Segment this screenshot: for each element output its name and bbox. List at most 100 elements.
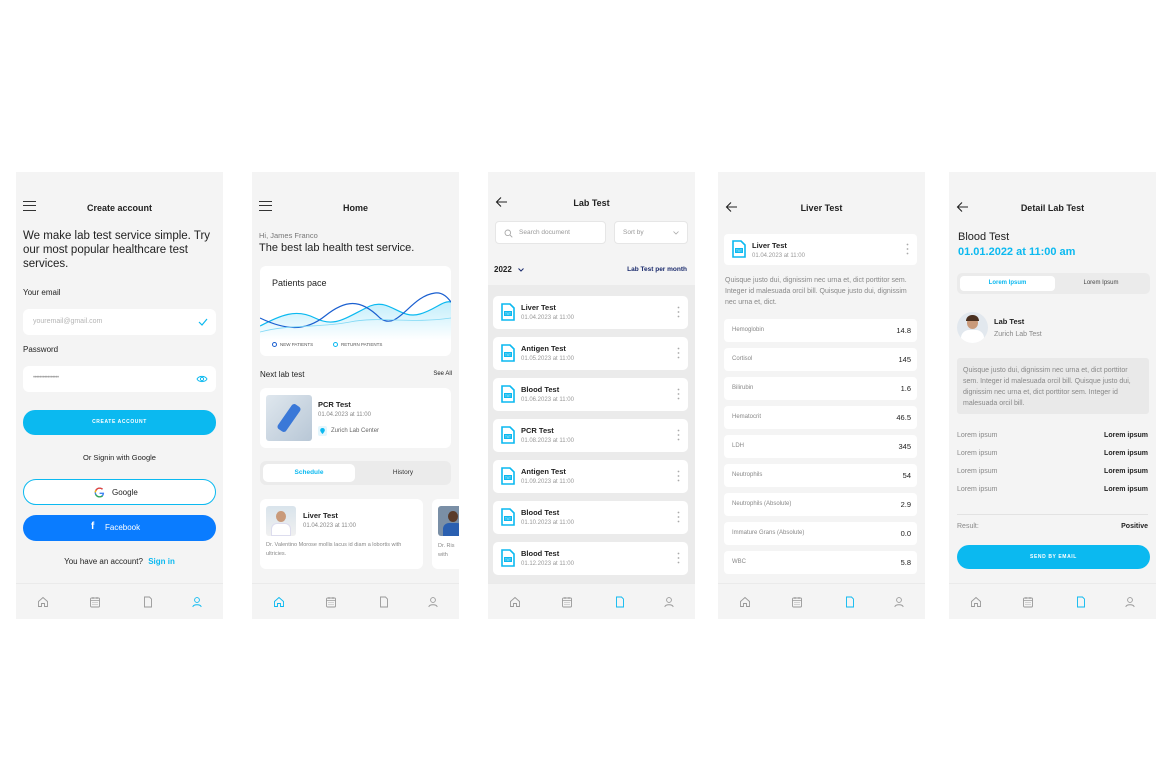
facebook-button[interactable]: f Facebook bbox=[23, 515, 216, 541]
calendar-icon[interactable] bbox=[1022, 596, 1034, 608]
document-icon[interactable] bbox=[614, 596, 626, 608]
signin-link[interactable]: Sign in bbox=[148, 557, 175, 566]
email-placeholder: youremail@gmail.com bbox=[33, 318, 103, 325]
card-text: Dr. Valentino Morose mollis lacus id dia… bbox=[266, 542, 402, 557]
doctor-coat-shape-2 bbox=[443, 523, 459, 536]
headline: The best lab health test service. bbox=[259, 242, 415, 254]
sort-dropdown[interactable]: Sort by bbox=[614, 221, 688, 244]
google-button[interactable]: Google bbox=[23, 479, 216, 505]
more-options-icon[interactable] bbox=[677, 347, 680, 359]
lab-test-name: Blood Test bbox=[521, 385, 560, 394]
bottom-nav bbox=[488, 583, 695, 619]
legend-new: NEW PATIENTS bbox=[272, 342, 313, 348]
next-test-location: Zurich Lab Center bbox=[331, 428, 380, 434]
detail-row-value: Lorem ipsum bbox=[1104, 486, 1148, 493]
detail-row-value: Lorem ipsum bbox=[1104, 432, 1148, 439]
tab-schedule[interactable]: Schedule bbox=[263, 464, 355, 482]
per-month-link[interactable]: Lab Test per month bbox=[627, 266, 687, 273]
page-title: Detail Lab Test bbox=[1020, 203, 1085, 213]
more-options-icon[interactable] bbox=[677, 552, 680, 564]
home-icon[interactable] bbox=[273, 596, 285, 608]
lab-test-item[interactable]: Antigen Test 01.05.2023 at 11:00 bbox=[493, 337, 688, 370]
card-title: Liver Test bbox=[303, 511, 338, 520]
liver-test-screen: Liver Test Liver Test 01.04.2023 at 11:0… bbox=[718, 172, 925, 619]
lab-test-item[interactable]: PCR Test 01.08.2023 at 11:00 bbox=[493, 419, 688, 452]
lab-test-name: Liver Test bbox=[521, 303, 556, 312]
lab-test-item[interactable]: Antigen Test 01.09.2023 at 11:00 bbox=[493, 460, 688, 493]
lab-test-item[interactable]: Liver Test 01.04.2023 at 11:00 bbox=[493, 296, 688, 329]
schedule-card[interactable]: Liver Test 01.04.2023 at 11:00 Dr. Valen… bbox=[260, 499, 423, 569]
search-icon bbox=[504, 229, 513, 238]
year-selector[interactable]: 2022 bbox=[494, 265, 524, 274]
schedule-card-2[interactable]: Dr. Ris with bbox=[432, 499, 459, 569]
lab-test-name: Antigen Test bbox=[521, 467, 566, 476]
facebook-button-label: Facebook bbox=[105, 523, 141, 532]
tab-lorem-2-label: Lorem Ipsum bbox=[1083, 280, 1119, 286]
result-name: Cortisol bbox=[732, 356, 753, 362]
profile-icon[interactable] bbox=[1124, 596, 1136, 608]
more-options-icon[interactable] bbox=[677, 306, 680, 318]
home-icon[interactable] bbox=[739, 596, 751, 608]
profile-icon[interactable] bbox=[893, 596, 905, 608]
calendar-icon[interactable] bbox=[791, 596, 803, 608]
home-icon[interactable] bbox=[509, 596, 521, 608]
tab-lorem-1[interactable]: Lorem Ipsum bbox=[960, 276, 1055, 291]
calendar-icon[interactable] bbox=[325, 596, 337, 608]
see-all-link[interactable]: See All bbox=[433, 371, 452, 377]
file-icon bbox=[501, 467, 515, 485]
eye-icon[interactable] bbox=[196, 375, 208, 383]
result-row: Neutrophils (Absolute) 2.9 bbox=[724, 493, 917, 516]
more-options-icon[interactable] bbox=[677, 470, 680, 482]
more-options-icon[interactable] bbox=[677, 511, 680, 523]
doctor-hair-shape bbox=[966, 315, 979, 321]
result-name: Neutrophils bbox=[732, 472, 763, 478]
document-icon[interactable] bbox=[378, 596, 390, 608]
tab-lorem-2[interactable]: Lorem Ipsum bbox=[1055, 276, 1147, 291]
next-test-date: 01.04.2023 at 11:00 bbox=[318, 412, 371, 418]
calendar-icon[interactable] bbox=[561, 596, 573, 608]
doc-name: Liver Test bbox=[752, 241, 787, 250]
more-options-icon[interactable] bbox=[677, 388, 680, 400]
doc-card[interactable]: Liver Test 01.04.2023 at 11:00 bbox=[724, 234, 917, 265]
lab-test-name: Blood Test bbox=[521, 508, 560, 517]
detail-row-value: Lorem ipsum bbox=[1104, 450, 1148, 457]
calendar-icon[interactable] bbox=[89, 596, 101, 608]
email-field[interactable]: youremail@gmail.com bbox=[23, 309, 216, 335]
lab-test-item[interactable]: Blood Test 01.10.2023 at 11:00 bbox=[493, 501, 688, 534]
file-icon bbox=[501, 385, 515, 403]
next-test-card[interactable]: PCR Test 01.04.2023 at 11:00 Zurich Lab … bbox=[260, 388, 451, 448]
more-options-icon[interactable] bbox=[677, 429, 680, 441]
result-row: Hematocrit 46.5 bbox=[724, 406, 917, 429]
lab-test-item[interactable]: Blood Test 01.12.2023 at 11:00 bbox=[493, 542, 688, 575]
password-field[interactable]: •••••••••••••••• bbox=[23, 366, 216, 392]
home-icon[interactable] bbox=[970, 596, 982, 608]
more-options-icon[interactable] bbox=[906, 243, 909, 255]
document-icon[interactable] bbox=[1075, 596, 1087, 608]
year-label: 2022 bbox=[494, 265, 512, 274]
tab-history[interactable]: History bbox=[358, 464, 448, 482]
result-name: WBC bbox=[732, 559, 746, 565]
send-by-email-button[interactable]: SEND BY EMAIL bbox=[957, 545, 1150, 569]
bottom-nav bbox=[718, 583, 925, 619]
search-input[interactable]: Search document bbox=[495, 221, 606, 244]
lab-test-item[interactable]: Blood Test 01.06.2023 at 11:00 bbox=[493, 378, 688, 411]
headline: We make lab test service simple. Try our… bbox=[23, 230, 211, 270]
card2-text-b: with bbox=[438, 552, 448, 558]
patients-chart bbox=[260, 292, 451, 340]
create-account-screen: Create account We make lab test service … bbox=[16, 172, 223, 619]
document-icon[interactable] bbox=[844, 596, 856, 608]
create-account-button[interactable]: CREATE ACCOUNT bbox=[23, 410, 216, 435]
result-value: 1.6 bbox=[900, 384, 911, 393]
profile-icon[interactable] bbox=[191, 596, 203, 608]
patients-chart-card: Patients pace NEW PATIENTS RETURN PATIEN… bbox=[260, 266, 451, 356]
profile-icon[interactable] bbox=[663, 596, 675, 608]
profile-icon[interactable] bbox=[427, 596, 439, 608]
result-name: Hemoglobin bbox=[732, 327, 765, 333]
document-icon[interactable] bbox=[142, 596, 154, 608]
result-name: Bilirubin bbox=[732, 385, 754, 391]
home-icon[interactable] bbox=[37, 596, 49, 608]
lab-test-date: 01.10.2023 at 11:00 bbox=[521, 520, 574, 526]
file-icon bbox=[501, 426, 515, 444]
result-value: 2.9 bbox=[900, 500, 911, 509]
lab-test-name: PCR Test bbox=[521, 426, 554, 435]
